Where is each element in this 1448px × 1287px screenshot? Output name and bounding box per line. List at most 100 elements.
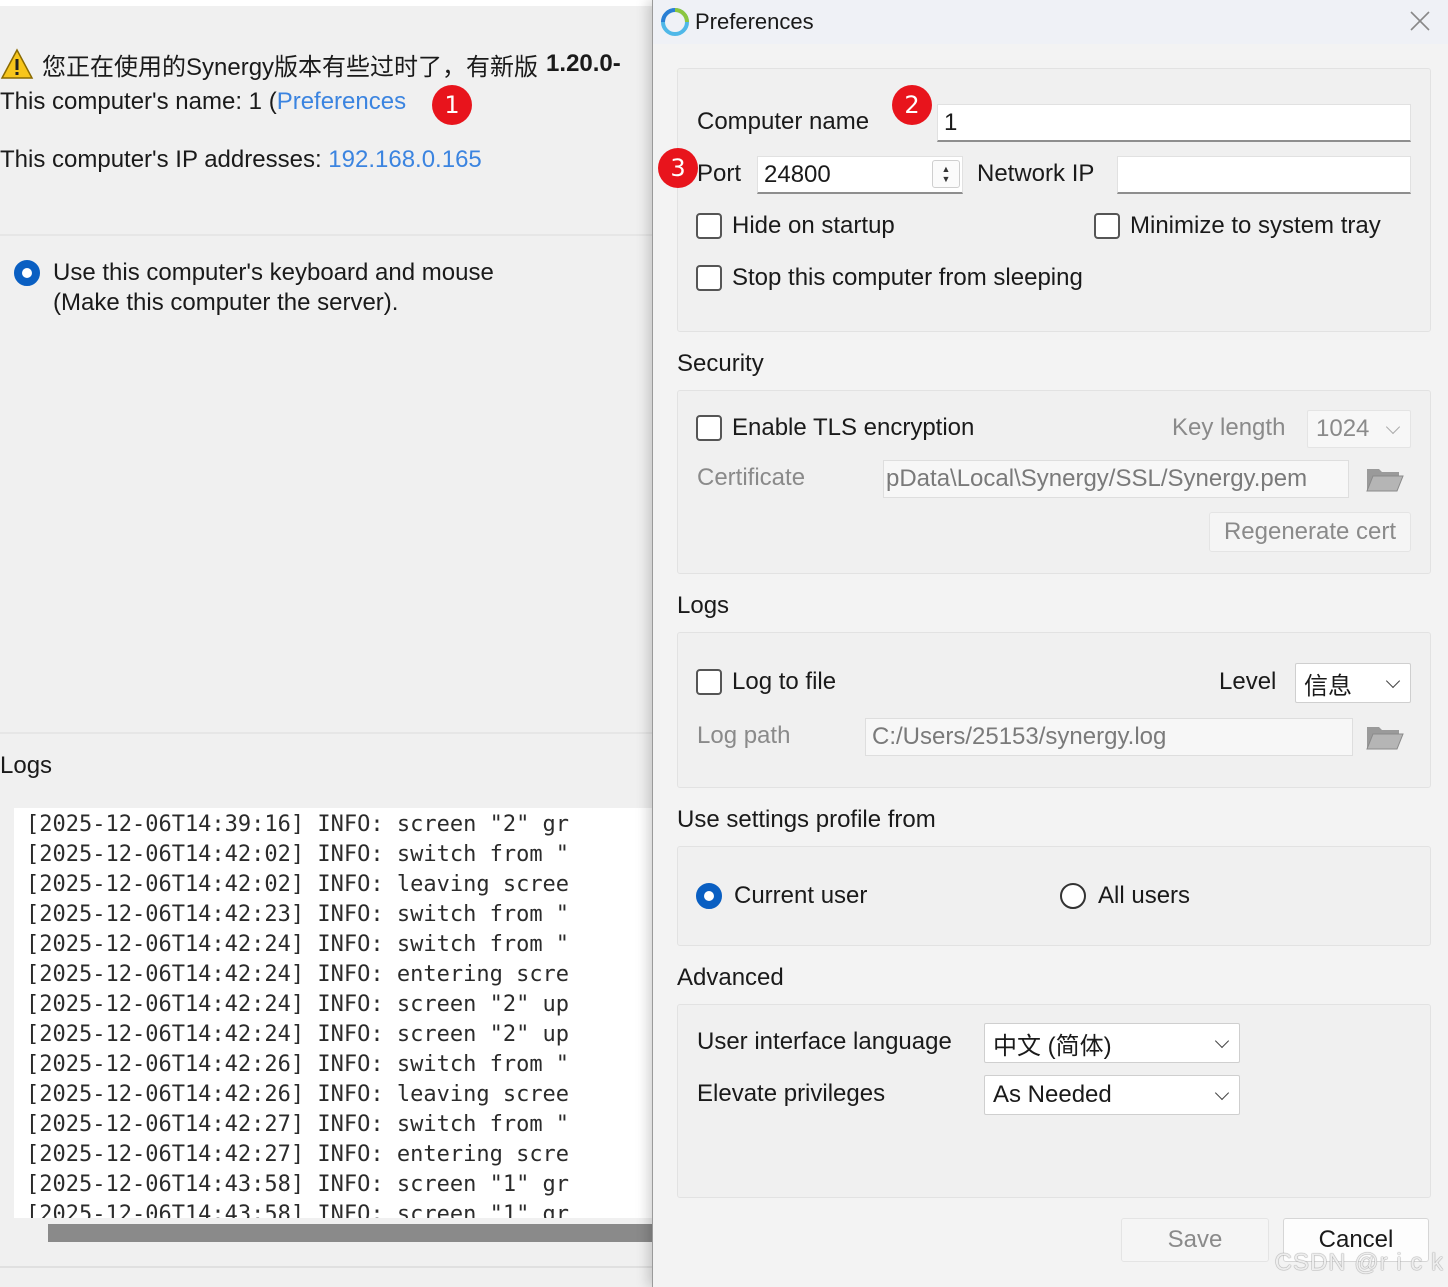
warning-text: 您正在使用的Synergy版本有些过时了，有新版 (42, 53, 539, 81)
logs-group (677, 632, 1431, 788)
server-radio-button[interactable] (14, 260, 40, 286)
preferences-link[interactable]: Preferences (277, 88, 406, 115)
log-line: [2025-12-06T14:42:26] INFO: leaving scre… (26, 1082, 570, 1107)
log-line: [2025-12-06T14:42:23] INFO: switch from … (26, 902, 570, 927)
logs-title: Logs (0, 752, 53, 779)
folder-open-icon[interactable] (1365, 721, 1405, 751)
log-line: [2025-12-06T14:42:24] INFO: switch from … (26, 932, 570, 957)
certificate-label: Certificate (697, 464, 806, 491)
language-label: User interface language (697, 1028, 952, 1055)
log-line: [2025-12-06T14:42:02] INFO: leaving scre… (26, 872, 570, 897)
computer-name-text: This computer's name: 1 ( (0, 88, 277, 115)
log-line: [2025-12-06T14:42:24] INFO: screen "2" u… (26, 992, 570, 1017)
divider (0, 1266, 700, 1268)
divider (0, 732, 700, 734)
chevron-down-icon (1385, 673, 1401, 689)
spin-down-icon[interactable]: ▼ (942, 174, 951, 184)
ip-address-link[interactable]: 192.168.0.165 (328, 146, 481, 173)
ip-address-row: This computer's IP addresses: 192.168.0.… (0, 146, 482, 174)
log-horizontal-scrollbar[interactable] (14, 1218, 688, 1248)
log-line: [2025-12-06T14:42:27] INFO: switch from … (26, 1112, 570, 1137)
security-title: Security (677, 350, 764, 377)
hide-on-startup-label: Hide on startup (732, 212, 895, 239)
stop-sleeping-checkbox[interactable] (696, 265, 722, 291)
dialog-title: Preferences (695, 9, 814, 34)
enable-tls-label: Enable TLS encryption (732, 414, 975, 441)
current-user-radio[interactable] (696, 883, 722, 909)
port-value: 24800 (764, 160, 831, 188)
regenerate-cert-button[interactable]: Regenerate cert (1209, 512, 1411, 552)
computer-name-label: Computer name (697, 108, 870, 135)
log-path-field[interactable]: C:/Users/25153/synergy.log (865, 718, 1353, 756)
chevron-down-icon (1214, 1085, 1230, 1101)
watermark: CSDN @r i c k (1274, 1249, 1444, 1276)
preferences-dialog: Preferences Computer name 1 Port 24800 ▲… (652, 0, 1448, 1287)
key-length-label: Key length (1172, 414, 1286, 441)
log-line: [2025-12-06T14:42:26] INFO: switch from … (26, 1052, 570, 1077)
log-level-select[interactable]: 信息 (1295, 663, 1411, 703)
scrollbar-thumb[interactable] (48, 1224, 688, 1242)
key-length-select[interactable]: 1024 (1307, 410, 1411, 448)
elevate-label: Elevate privileges (697, 1080, 886, 1107)
logs-section-title: Logs (677, 592, 730, 619)
network-ip-field[interactable] (1117, 156, 1411, 194)
main-window: 您正在使用的Synergy版本有些过时了，有新版 1.20.0- This co… (0, 0, 700, 1287)
log-line: [2025-12-06T14:43:58] INFO: screen "1" g… (26, 1202, 570, 1218)
warning-version[interactable]: 1.20.0- (546, 50, 621, 78)
close-icon (1410, 11, 1430, 31)
server-option-label: Use this computer's keyboard and mouse (53, 259, 494, 286)
minimize-to-tray-label: Minimize to system tray (1130, 212, 1381, 239)
annotation-badge-1: 1 (432, 85, 472, 125)
minimize-to-tray-checkbox[interactable] (1094, 213, 1120, 239)
log-line: [2025-12-06T14:42:24] INFO: entering scr… (26, 962, 570, 987)
log-line: [2025-12-06T14:39:16] INFO: screen "2" g… (26, 812, 570, 837)
hide-on-startup-checkbox[interactable] (696, 213, 722, 239)
chevron-down-icon (1385, 419, 1401, 435)
port-field[interactable]: 24800 ▲ ▼ (757, 156, 963, 194)
top-strip (0, 0, 700, 6)
language-select[interactable]: 中文 (简体) (984, 1023, 1240, 1063)
warning-icon (0, 48, 34, 79)
certificate-path-field[interactable]: pData\Local\Synergy/SSL/Synergy.pem (883, 460, 1349, 498)
server-mode-option[interactable]: Use this computer's keyboard and mouse (… (14, 259, 494, 318)
stop-sleeping-label: Stop this computer from sleeping (732, 264, 1083, 291)
computer-name-field[interactable]: 1 (937, 104, 1411, 142)
log-to-file-label: Log to file (732, 668, 837, 695)
server-option-sublabel: (Make this computer the server). (53, 289, 399, 316)
spin-up-icon[interactable]: ▲ (942, 164, 951, 174)
log-level-label: Level (1219, 668, 1277, 695)
ip-label: This computer's IP addresses: (0, 146, 329, 173)
log-line: [2025-12-06T14:42:27] INFO: entering scr… (26, 1142, 570, 1167)
elevate-value: As Needed (993, 1081, 1112, 1108)
synergy-logo-icon (661, 8, 689, 36)
advanced-section-title: Advanced (677, 964, 784, 991)
log-line: [2025-12-06T14:42:02] INFO: switch from … (26, 842, 570, 867)
profile-section-title: Use settings profile from (677, 806, 936, 833)
enable-tls-checkbox[interactable] (696, 415, 722, 441)
save-button[interactable]: Save (1121, 1218, 1269, 1262)
port-spinner[interactable]: ▲ ▼ (932, 160, 960, 188)
dialog-titlebar[interactable]: Preferences (653, 0, 1448, 44)
elevate-select[interactable]: As Needed (984, 1075, 1240, 1115)
port-label: Port (697, 160, 742, 187)
annotation-badge-2: 2 (892, 85, 932, 125)
update-warning: 您正在使用的Synergy版本有些过时了，有新版 1.20.0- (0, 46, 621, 82)
key-length-value: 1024 (1316, 415, 1370, 442)
log-line: [2025-12-06T14:42:24] INFO: screen "2" u… (26, 1022, 570, 1047)
all-users-radio[interactable] (1060, 883, 1086, 909)
close-button[interactable] (1405, 6, 1435, 36)
annotation-badge-3: 3 (658, 148, 698, 188)
log-output[interactable]: [2025-12-06T14:39:16] INFO: screen "2" g… (14, 808, 674, 1218)
divider (0, 234, 700, 236)
computer-name-row: This computer's name: 1 (Preferences (0, 88, 406, 116)
log-line: [2025-12-06T14:43:58] INFO: screen "1" g… (26, 1172, 570, 1197)
all-users-label: All users (1098, 882, 1191, 909)
language-value: 中文 (简体) (993, 1032, 1112, 1060)
network-ip-label: Network IP (977, 160, 1095, 187)
log-level-value: 信息 (1304, 672, 1352, 700)
log-to-file-checkbox[interactable] (696, 669, 722, 695)
chevron-down-icon (1214, 1033, 1230, 1049)
current-user-label: Current user (734, 882, 868, 909)
log-path-label: Log path (697, 722, 791, 749)
folder-open-icon[interactable] (1365, 463, 1405, 493)
